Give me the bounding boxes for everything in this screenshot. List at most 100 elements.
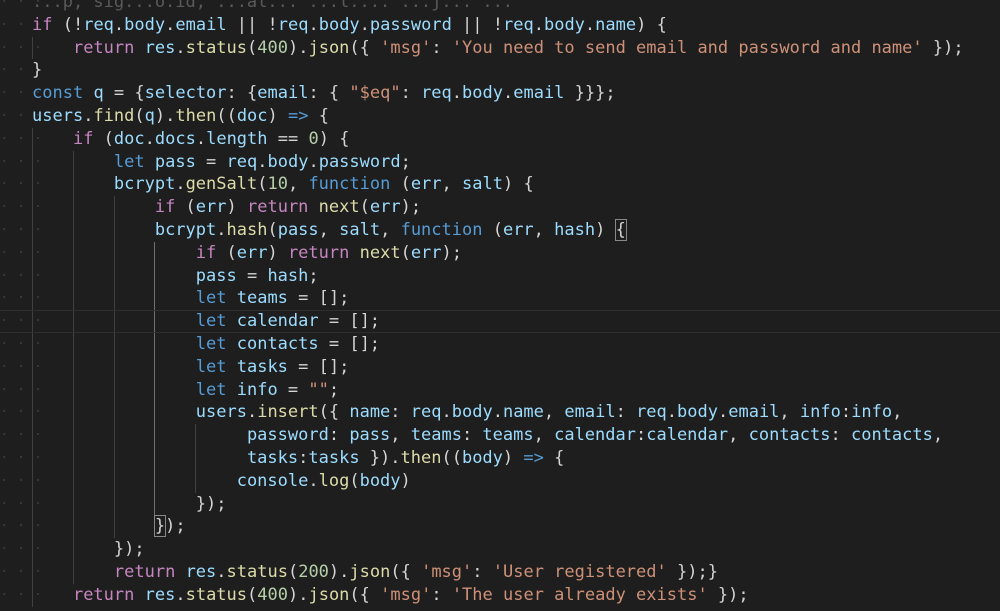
code-token: : [472, 561, 493, 582]
code-text: const q = {selector: {email: { "$eq": re… [32, 83, 616, 103]
code-token: ({ [390, 561, 422, 582]
code-text: if (err) return next(err); [32, 243, 462, 263]
code-token: }); [113, 539, 145, 560]
code-line[interactable]: · · · console.log(body) [0, 469, 1000, 493]
code-token: selector [144, 83, 227, 104]
code-text: let tasks = []; [32, 356, 350, 377]
code-token: doc [236, 105, 268, 126]
code-token: hash [226, 219, 268, 240]
code-token: 400 [257, 584, 288, 605]
code-token: let [113, 151, 145, 172]
code-text: let info = ""; [32, 380, 339, 400]
matching-bracket: } [153, 515, 167, 538]
code-line[interactable]: · · · tasks:tasks }).then((body) => { [0, 446, 1000, 470]
code-token: 200 [298, 561, 329, 582]
code-line[interactable]: · · · }); [0, 538, 1000, 561]
code-line[interactable]: · · · password: pass, teams: teams, cale… [0, 424, 1000, 447]
code-token: if [154, 197, 176, 218]
code-line[interactable]: · · · users.insert({ name: req.body.name… [0, 401, 1000, 425]
code-token: : [830, 425, 851, 446]
code-token: ( [175, 197, 196, 218]
code-line[interactable]: · · · if (doc.docs.length == 0) { [0, 127, 1000, 151]
code-token: = [236, 265, 268, 286]
code-text: pass = hash; [32, 266, 319, 286]
code-token: }); [195, 493, 227, 514]
code-token: || ! [451, 14, 503, 35]
code-token: req [277, 14, 309, 35]
code-text: console.log(body) [32, 471, 411, 491]
code-text: let calendar = []; [32, 311, 380, 331]
code-token: bcrypt [154, 219, 217, 240]
code-token: then [175, 105, 217, 126]
code-line[interactable]: · · · if (err) return next(err); [0, 196, 1000, 219]
code-token: hash [554, 219, 596, 240]
code-line[interactable]: · · · }); [0, 492, 1000, 516]
code-line[interactable]: · · · if (!req.body.email || !req.body.pa… [0, 14, 1000, 37]
code-token: = []; [287, 356, 350, 377]
code-line[interactable]: · · · return res.status(400).json({ 'msg… [0, 583, 1000, 607]
code-token: => [523, 447, 544, 468]
code-token: err [195, 197, 227, 218]
code-token: salt [339, 219, 381, 240]
matching-bracket: { [614, 218, 627, 241]
code-token: . [451, 83, 463, 104]
code-token: = []; [287, 288, 350, 309]
code-line[interactable]: · · · bcrypt.genSalt(10, function (err, … [0, 173, 1000, 197]
code-line[interactable]: · · · let info = ""; [0, 378, 1000, 402]
code-token: : [615, 402, 637, 423]
code-token: (! [52, 14, 84, 35]
code-line[interactable]: · · · bcrypt.hash(pass, salt, function (… [0, 218, 1000, 242]
code-token: let [195, 311, 227, 332]
code-line[interactable]: · · · return res.status(200).json({ 'msg… [0, 560, 1000, 584]
code-token: return [72, 584, 135, 605]
code-token: password [318, 151, 401, 172]
code-token: contacts [850, 425, 933, 446]
code-token: , [441, 174, 463, 195]
code-line[interactable]: · · · const q = {selector: {email: { "$eq… [0, 82, 1000, 105]
code-token: 400 [257, 37, 288, 58]
code-token: req [503, 14, 534, 35]
code-token: }). [359, 447, 401, 468]
code-token: bcrypt [113, 174, 176, 195]
code-line[interactable]: · · · let contacts = []; [0, 332, 1000, 356]
code-line[interactable]: · · · if (err) return next(err); [0, 241, 1000, 265]
code-line[interactable]: · · · let teams = []; [0, 287, 1000, 311]
code-token: err [236, 242, 268, 263]
code-text: } [32, 60, 42, 80]
code-line[interactable]: · · · let tasks = []; [0, 355, 1000, 379]
code-token: : [390, 402, 411, 423]
code-token: . [83, 105, 94, 126]
code-token: ({ [349, 37, 381, 58]
code-token: : [840, 402, 852, 423]
code-token: : { [226, 83, 258, 104]
code-token: : [461, 425, 483, 446]
code-token: genSalt [185, 174, 258, 195]
code-line[interactable]: · · · return res.status(400).json({ 'msg… [0, 36, 1000, 60]
code-text: if (doc.docs.length == 0) { [32, 129, 349, 149]
code-line[interactable]: · · · let pass = req.body.password; [0, 150, 1000, 174]
code-token: . [502, 83, 514, 104]
code-token: . [246, 402, 258, 423]
code-line[interactable]: · · · ...p, sig...o.id, ...al... ...l....… [0, 0, 1000, 14]
code-token: console [236, 470, 309, 491]
code-editor[interactable]: · · · ...p, sig...o.id, ...al... ...l....… [0, 0, 1000, 611]
code-token: 0 [308, 128, 319, 149]
code-line[interactable]: · · · }); [0, 515, 1000, 539]
code-token: body [318, 14, 360, 35]
code-token: pass [154, 151, 196, 172]
code-line[interactable]: · · · let calendar = []; [0, 310, 1000, 333]
code-token: next [359, 242, 401, 263]
code-token: q [144, 105, 155, 126]
code-token: teams [410, 425, 462, 446]
code-line[interactable]: · · · users.find(q).then((doc) => { [0, 105, 1000, 128]
code-token: ) [267, 242, 288, 263]
code-token: ( [93, 128, 114, 149]
code-token: email [513, 83, 565, 104]
code-line[interactable]: · · · pass = hash; [0, 264, 1000, 288]
code-line[interactable]: · · ·} [0, 59, 1000, 82]
code-token: docs [154, 128, 196, 149]
